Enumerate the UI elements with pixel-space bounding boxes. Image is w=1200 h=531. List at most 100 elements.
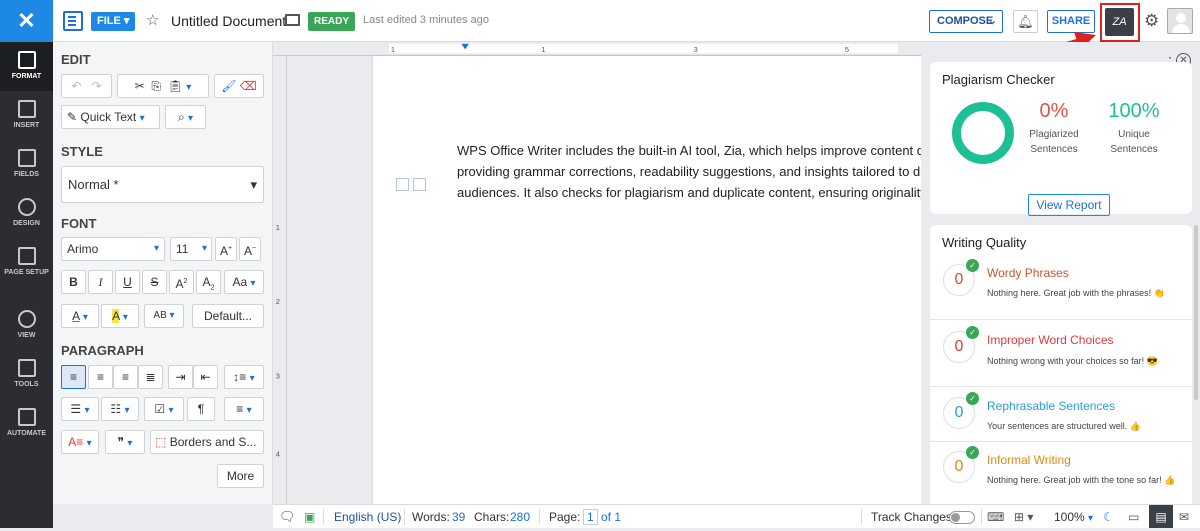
more-button[interactable]: More bbox=[217, 464, 264, 488]
default-font-button[interactable]: Default... bbox=[192, 304, 264, 328]
document-title[interactable]: Untitled Document bbox=[171, 13, 286, 29]
nav-page-setup[interactable]: PAGE SETUP bbox=[0, 238, 53, 287]
paragraph-line[interactable]: WPS Office Writer includes the built-in … bbox=[457, 140, 921, 161]
grow-font-button[interactable]: A+ bbox=[215, 237, 237, 261]
zoom-dropdown[interactable]: 100% ▾ bbox=[1054, 505, 1093, 531]
nav-format[interactable]: FORMAT bbox=[0, 42, 53, 91]
nav-tools[interactable]: TOOLS bbox=[0, 350, 53, 399]
character-spacing-dropdown[interactable]: AB ▾ bbox=[144, 304, 184, 328]
paragraph-menu-icon[interactable] bbox=[413, 178, 426, 191]
nav-view[interactable]: VIEW bbox=[0, 301, 53, 350]
file-menu-button[interactable]: FILE ▾ bbox=[91, 12, 136, 31]
avatar[interactable] bbox=[1167, 8, 1193, 34]
change-case-dropdown[interactable]: Aa ▾ bbox=[224, 270, 264, 294]
paragraph-line[interactable]: providing grammar corrections, readabili… bbox=[457, 161, 921, 182]
view-report-button[interactable]: View Report bbox=[1028, 194, 1110, 216]
justify-button[interactable]: ≣ bbox=[138, 365, 163, 389]
item-description: Nothing wrong with your choices so far! … bbox=[987, 356, 1158, 366]
indent-increase-button[interactable]: ⇥ bbox=[168, 365, 193, 389]
vertical-ruler[interactable]: 1 2 3 4 bbox=[273, 56, 287, 504]
add-block-icon[interactable] bbox=[396, 178, 409, 191]
star-icon[interactable]: ☆ bbox=[146, 11, 159, 29]
paragraph-options-dropdown[interactable]: ≡ ▾ bbox=[224, 397, 264, 421]
nav-design[interactable]: DESIGN bbox=[0, 189, 53, 238]
list-item[interactable]: 0 ✓ Wordy Phrases Nothing here. Great jo… bbox=[930, 257, 1192, 320]
list-item[interactable]: 0 ✓ Rephrasable Sentences Your sentences… bbox=[930, 387, 1192, 442]
document-page[interactable]: WPS Office Writer includes the built-in … bbox=[373, 56, 921, 504]
spacing-icon: AB bbox=[153, 310, 167, 321]
highlight-color-dropdown[interactable]: A ▾ bbox=[101, 304, 139, 328]
chevron-down-icon: ▾ bbox=[139, 113, 145, 124]
nav-label: TOOLS bbox=[14, 381, 39, 388]
undo-redo-group[interactable]: ↶ ↷ bbox=[61, 74, 112, 98]
binoculars-icon: ⌕ bbox=[177, 110, 185, 124]
list-item[interactable]: 0 ✓ Improper Word Choices Nothing wrong … bbox=[930, 320, 1192, 387]
page-total: of 1 bbox=[601, 510, 622, 524]
paste-icon[interactable]: 📋︎ bbox=[168, 79, 183, 93]
find-dropdown[interactable]: ⌕ ▾ bbox=[165, 105, 206, 129]
keyboard-icon[interactable]: ⌨ bbox=[987, 505, 1004, 529]
strikethrough-button[interactable]: S bbox=[142, 270, 167, 294]
italic-button[interactable]: I bbox=[88, 270, 113, 294]
bold-button[interactable]: B bbox=[61, 270, 86, 294]
nav-insert[interactable]: INSERT bbox=[0, 91, 53, 140]
borders-shading-button[interactable]: ⬚ Borders and S... bbox=[150, 430, 264, 454]
plagiarized-label: Plagiarized Sentences bbox=[1019, 127, 1089, 157]
redo-icon[interactable]: ↷ bbox=[92, 79, 102, 93]
svg-text:5: 5 bbox=[845, 45, 849, 54]
dropcap-dropdown[interactable]: A≡ ▾ bbox=[61, 430, 99, 454]
panel-scrollbar[interactable] bbox=[1194, 225, 1198, 400]
gear-icon[interactable]: ⚙ bbox=[1144, 11, 1159, 31]
checklist-dropdown[interactable]: ☑ ▾ bbox=[144, 397, 184, 421]
line-spacing-dropdown[interactable]: ↕≡ ▾ bbox=[224, 365, 264, 389]
cut-icon[interactable]: ✂ bbox=[135, 79, 145, 93]
night-mode-icon[interactable]: ☾ bbox=[1103, 505, 1114, 529]
words-label: Words: bbox=[412, 510, 450, 524]
eraser-icon[interactable]: ⌫ bbox=[240, 79, 257, 93]
font-size-select[interactable]: 11 ▾ bbox=[170, 237, 212, 261]
undo-icon[interactable]: ↶ bbox=[71, 79, 81, 93]
print-layout-icon[interactable]: ▤ bbox=[1149, 505, 1173, 528]
bullet-list-dropdown[interactable]: ☰ ▾ bbox=[61, 397, 99, 421]
item-description: Nothing here. Great job with the phrases… bbox=[987, 288, 1165, 298]
quote-dropdown[interactable]: ❞ ▾ bbox=[105, 430, 145, 454]
divider bbox=[981, 509, 982, 525]
spellcheck-icon[interactable]: ▣ bbox=[304, 505, 315, 529]
align-left-button[interactable]: ≡ bbox=[61, 365, 86, 389]
pilcrow-button[interactable]: ¶ bbox=[187, 397, 215, 421]
plagiarized-percent: 0% bbox=[1039, 100, 1069, 122]
quick-text-dropdown[interactable]: ✎ Quick Text ▾ bbox=[61, 105, 160, 129]
chevron-down-icon[interactable]: ▾ bbox=[186, 82, 191, 93]
language-button[interactable]: English (US) bbox=[334, 505, 401, 529]
track-changes-toggle[interactable] bbox=[949, 511, 975, 524]
shrink-font-button[interactable]: A− bbox=[239, 237, 261, 261]
copy-icon[interactable]: ⎘ bbox=[151, 79, 161, 93]
font-color-dropdown[interactable]: A ▾ bbox=[61, 304, 99, 328]
align-right-button[interactable]: ≡ bbox=[113, 365, 138, 389]
paragraph-line[interactable]: audiences. It also checks for plagiarism… bbox=[457, 182, 921, 203]
page-number-input[interactable]: 1 bbox=[583, 509, 598, 525]
subscript-button[interactable]: A2 bbox=[196, 270, 221, 294]
close-button[interactable]: ✕ bbox=[0, 0, 53, 42]
style-select[interactable]: Normal * ▾ bbox=[61, 166, 264, 203]
comment-icon[interactable]: 🗨︎ bbox=[279, 505, 296, 529]
document-paragraph[interactable]: WPS Office Writer includes the built-in … bbox=[457, 140, 921, 203]
nav-automate[interactable]: AUTOMATE bbox=[0, 399, 53, 448]
nav-fields[interactable]: FIELDS bbox=[0, 140, 53, 189]
numbered-list-dropdown[interactable]: ☷ ▾ bbox=[101, 397, 139, 421]
page-layout-icon[interactable]: ⊞ ▾ bbox=[1014, 505, 1033, 529]
font-family-select[interactable]: Arimo ▾ bbox=[61, 237, 165, 261]
format-painter-icon[interactable]: 🖌︎ bbox=[221, 79, 236, 93]
compose-button[interactable]: COMPOSE ⌄ bbox=[929, 10, 1003, 33]
web-layout-icon[interactable]: ▭ bbox=[1128, 505, 1139, 529]
format-tools-group[interactable]: 🖌︎ ⌫ bbox=[214, 74, 264, 98]
indent-decrease-button[interactable]: ⇤ bbox=[193, 365, 218, 389]
zia-button[interactable]: ZA bbox=[1105, 8, 1134, 36]
underline-button[interactable]: U bbox=[115, 270, 140, 294]
clipboard-group[interactable]: ✂ ⎘ 📋︎ ▾ bbox=[117, 74, 209, 98]
horizontal-ruler[interactable]: 1 1 3 5 bbox=[273, 42, 921, 56]
superscript-button[interactable]: A2 bbox=[169, 270, 194, 294]
folder-icon[interactable] bbox=[285, 14, 300, 26]
align-center-button[interactable]: ≡ bbox=[88, 365, 113, 389]
mail-icon[interactable]: ✉ bbox=[1179, 505, 1189, 529]
